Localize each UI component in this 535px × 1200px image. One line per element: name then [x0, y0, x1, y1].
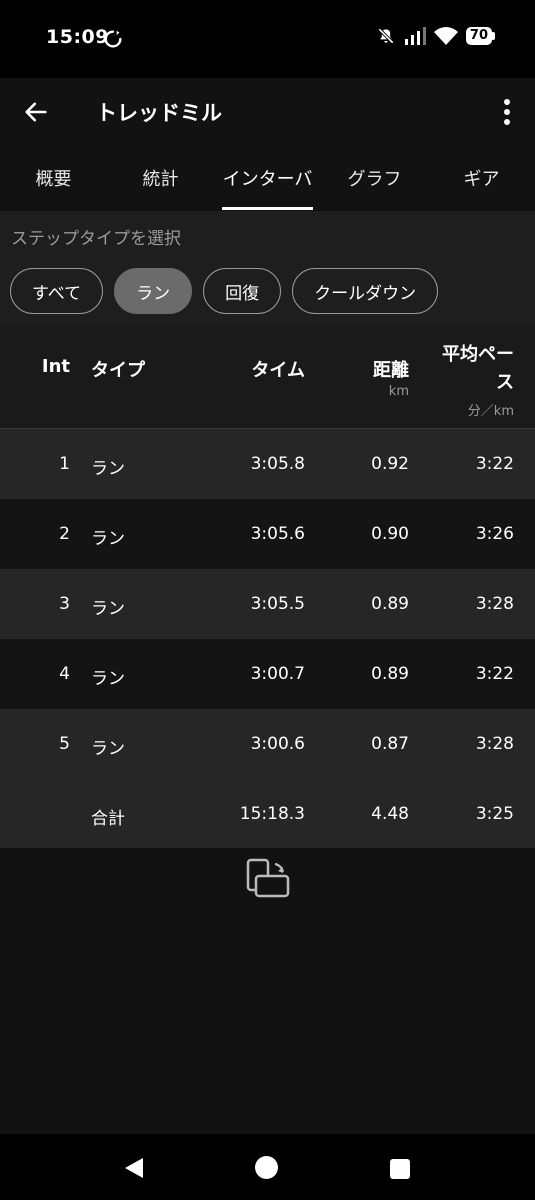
cell-distance: 0.89	[371, 594, 409, 614]
chip-recovery[interactable]: 回復	[203, 268, 282, 314]
arrow-left-icon[interactable]	[22, 98, 50, 126]
header-time: タイム	[251, 360, 305, 381]
nav-recents-icon[interactable]	[390, 1159, 410, 1179]
sync-icon	[104, 30, 122, 48]
tab-intervals[interactable]: インターバル	[214, 150, 321, 250]
system-nav-bar	[0, 1134, 535, 1200]
cell-type: ラン	[91, 669, 125, 689]
app-bar: トレッドミル	[0, 78, 535, 148]
cell-pace: 3:28	[475, 734, 514, 754]
cell-int: 5	[59, 734, 70, 754]
cell-pace: 3:26	[475, 524, 514, 544]
nav-back-icon[interactable]	[122, 1156, 146, 1180]
chip-cooldown[interactable]: クールダウン	[292, 268, 439, 314]
total-distance: 4.48	[371, 804, 409, 824]
tab-bar: 概要 統計 インターバル グラフ ギア	[0, 150, 535, 250]
cell-time: 3:05.5	[250, 594, 305, 614]
cell-pace: 3:28	[475, 594, 514, 614]
chip-run[interactable]: ラン	[114, 268, 193, 314]
total-label: 合計	[91, 809, 125, 829]
cell-distance: 0.87	[371, 734, 409, 754]
battery-level: 70	[465, 27, 492, 45]
table-total-row: 合計 15:18.3 4.48 3:25	[0, 779, 535, 849]
page-title: トレッドミル	[96, 101, 222, 125]
tab-overview[interactable]: 概要	[0, 150, 107, 210]
header-distance: 距離	[373, 360, 409, 381]
chip-all[interactable]: すべて	[10, 268, 104, 314]
tab-stats[interactable]: 統計	[107, 150, 214, 210]
step-type-filter: ステップタイプを選択 すべて ラン 回復 クールダウン	[0, 211, 535, 326]
intervals-table: Int タイプ タイム 距離 km 平均ペー ス 分／km 1 ラン 3:05.…	[0, 326, 535, 849]
battery-icon: 70	[465, 27, 495, 45]
cell-type: ラン	[91, 529, 125, 549]
cell-distance: 0.90	[371, 524, 409, 544]
wifi-icon	[433, 27, 458, 45]
cell-time: 3:05.8	[250, 454, 305, 474]
header-type: タイプ	[91, 360, 145, 381]
cell-type: ラン	[91, 739, 125, 759]
cell-distance: 0.92	[371, 454, 409, 474]
status-bar: 15:09 70	[0, 0, 535, 78]
cell-int: 3	[59, 594, 70, 614]
more-vert-icon[interactable]	[497, 96, 517, 128]
tab-graph[interactable]: グラフ	[321, 150, 428, 210]
cell-time: 3:00.7	[250, 664, 305, 684]
cell-int: 1	[59, 454, 70, 474]
header-pace: 平均ペー ス	[414, 341, 514, 397]
cell-type: ラン	[91, 459, 125, 479]
table-row: 3 ラン 3:05.5 0.89 3:28	[0, 569, 535, 639]
cell-int: 2	[59, 524, 70, 544]
header-pace-unit: 分／km	[467, 404, 514, 419]
table-row: 4 ラン 3:00.7 0.89 3:22	[0, 639, 535, 709]
cell-type: ラン	[91, 599, 125, 619]
tab-gear[interactable]: ギア	[428, 150, 535, 210]
cell-pace: 3:22	[475, 454, 514, 474]
filter-label: ステップタイプを選択	[11, 229, 181, 249]
status-icons: 70	[376, 26, 495, 46]
cell-distance: 0.89	[371, 664, 409, 684]
cell-time: 3:00.6	[250, 734, 305, 754]
cell-int: 4	[59, 664, 70, 684]
header-int: Int	[41, 356, 70, 377]
filter-chips: すべて ラン 回復 クールダウン	[10, 268, 439, 314]
header-pace-line1: 平均ペー	[442, 344, 514, 365]
signal-icon	[404, 27, 426, 45]
table-row: 1 ラン 3:05.8 0.92 3:22	[0, 429, 535, 499]
cell-pace: 3:22	[475, 664, 514, 684]
header-distance-unit: km	[388, 384, 409, 399]
table-row: 2 ラン 3:05.6 0.90 3:26	[0, 499, 535, 569]
mute-icon	[378, 28, 394, 44]
cell-time: 3:05.6	[250, 524, 305, 544]
total-time: 15:18.3	[239, 804, 305, 824]
header-pace-line2: ス	[496, 372, 514, 393]
screen-rotation-icon[interactable]	[245, 858, 291, 898]
table-row: 5 ラン 3:00.6 0.87 3:28	[0, 709, 535, 779]
status-time: 15:09	[46, 26, 109, 48]
total-pace: 3:25	[475, 804, 514, 824]
nav-home-icon[interactable]	[255, 1156, 278, 1179]
table-header: Int タイプ タイム 距離 km 平均ペー ス 分／km	[0, 326, 535, 429]
